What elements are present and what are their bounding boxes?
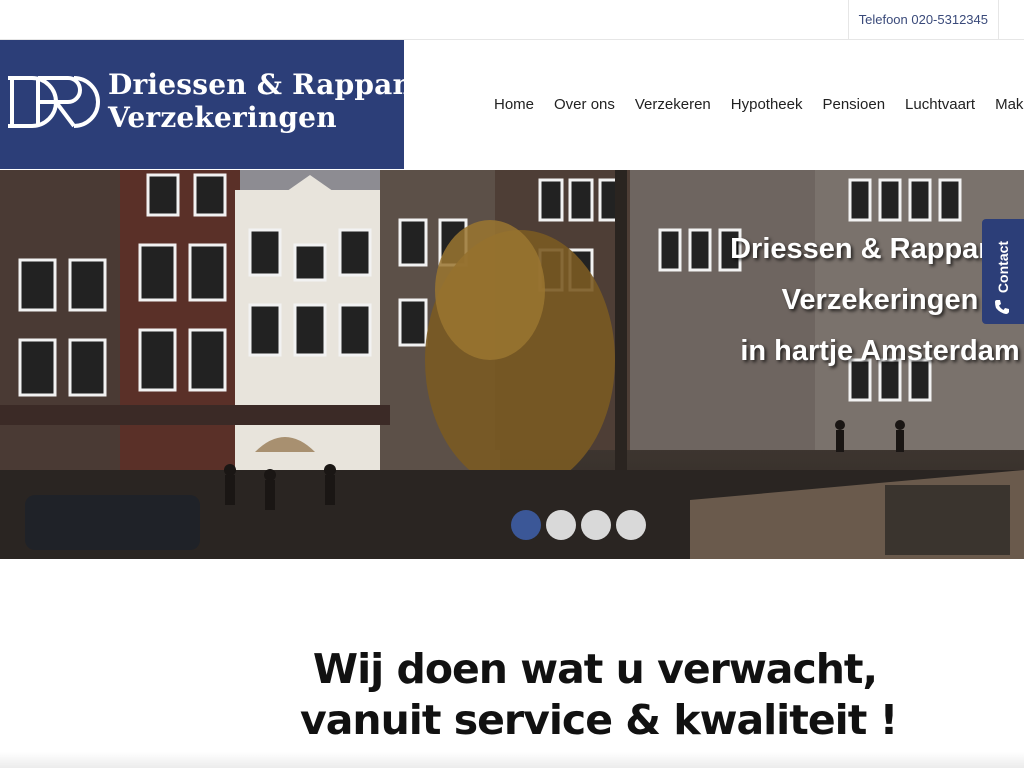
slider-dot-3[interactable] <box>581 510 611 540</box>
phone-link[interactable]: Telefoon 020-5312345 <box>847 0 999 39</box>
nav-hypotheek[interactable]: Hypotheek <box>721 96 813 113</box>
contact-tab-label: Contact <box>995 240 1011 293</box>
logo[interactable]: Driessen & Rappange Verzekeringen <box>0 40 451 169</box>
nav-over-ons[interactable]: Over ons <box>544 96 625 113</box>
logo-text: Driessen & Rappange Verzekeringen <box>108 68 451 134</box>
hero-line-1: Driessen & Rappange <box>730 233 1024 265</box>
top-bar: Telefoon 020-5312345 <box>0 0 1024 40</box>
nav-pensioen[interactable]: Pensioen <box>812 96 895 113</box>
nav-luchtvaart[interactable]: Luchtvaart <box>895 96 985 113</box>
hero-slider: Driessen & Rappange Verzekeringen in har… <box>0 170 1024 559</box>
slider-dots <box>511 510 646 540</box>
logo-line-1: Driessen & Rappange <box>108 68 451 101</box>
slogan-line-1: Wij doen wat u verwacht, <box>312 645 878 693</box>
phone-icon <box>995 300 1009 314</box>
logo-mark-icon <box>8 76 100 128</box>
slider-dot-2[interactable] <box>546 510 576 540</box>
slider-dot-1[interactable] <box>511 510 541 540</box>
slogan-line-2: vanuit service & kwaliteit ! <box>300 696 898 744</box>
slider-dot-4[interactable] <box>616 510 646 540</box>
slogan: Wij doen wat u verwacht, vanuit service … <box>300 644 898 746</box>
logo-line-2: Verzekeringen <box>108 101 337 134</box>
main-nav: Home Over ons Verzekeren Hypotheek Pensi… <box>484 40 1024 169</box>
hero-title: Driessen & Rappange Verzekeringen in har… <box>700 224 1024 377</box>
hero-line-2: Verzekeringen <box>781 284 979 316</box>
hero-line-3: in hartje Amsterdam <box>740 335 1020 367</box>
nav-makelaar[interactable]: Makelaar <box>985 96 1024 113</box>
nav-home[interactable]: Home <box>484 96 544 113</box>
nav-verzekeren[interactable]: Verzekeren <box>625 96 721 113</box>
bottom-shadow <box>0 752 1024 768</box>
contact-tab[interactable]: Contact <box>982 219 1024 324</box>
site-header: Driessen & Rappange Verzekeringen Home O… <box>0 40 1024 170</box>
